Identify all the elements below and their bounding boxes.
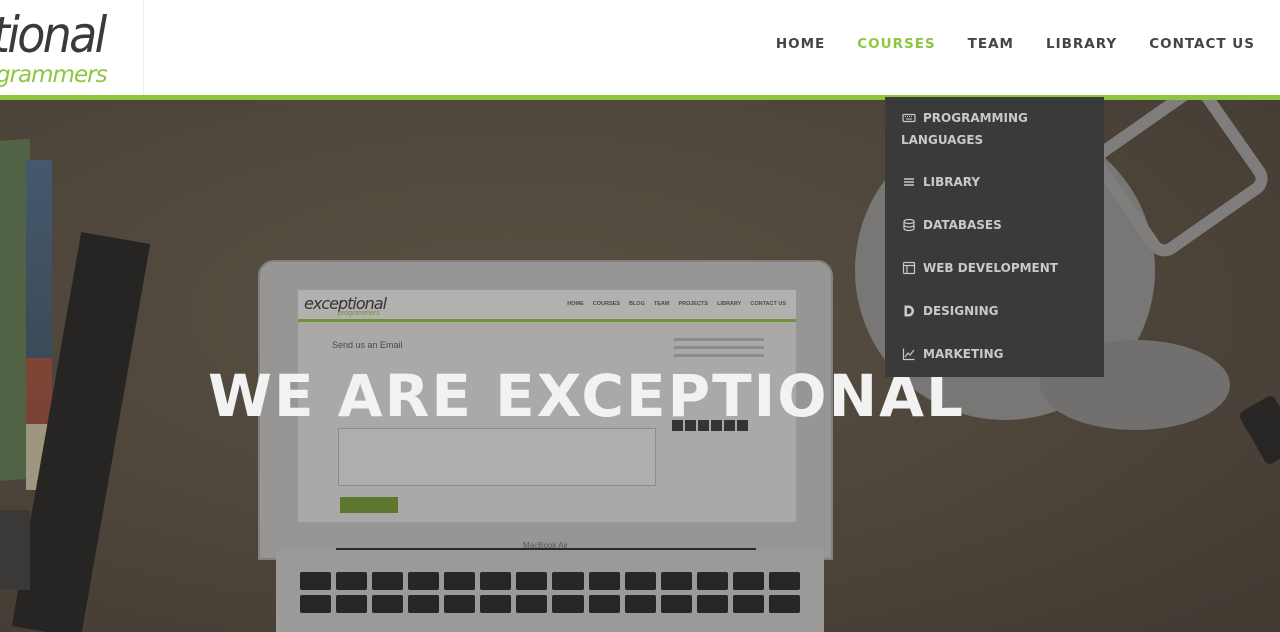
dropdown-item-label: MARKETING <box>923 347 1004 361</box>
database-icon <box>901 214 917 236</box>
logo-text-top: tional <box>0 6 107 64</box>
dropdown-item-label: DATABASES <box>923 218 1002 232</box>
nav-library[interactable]: LIBRARY <box>1046 36 1117 52</box>
courses-dropdown-menu: PROGRAMMING LANGUAGES LIBRARY DATABASES … <box>885 97 1104 377</box>
nav-team[interactable]: TEAM <box>968 36 1014 52</box>
d-letter-icon <box>901 300 917 322</box>
dropdown-item-programming-languages[interactable]: PROGRAMMING LANGUAGES <box>901 107 1090 151</box>
keyboard-icon <box>901 107 917 129</box>
dropdown-item-label: LIBRARY <box>923 175 981 189</box>
dropdown-item-databases[interactable]: DATABASES <box>901 214 1090 236</box>
main-nav: HOME COURSES TEAM LIBRARY CONTACT US <box>776 36 1255 52</box>
nav-home[interactable]: HOME <box>776 36 825 52</box>
layout-icon <box>901 257 917 279</box>
list-icon <box>901 171 917 193</box>
nav-contact-us[interactable]: CONTACT US <box>1149 36 1255 52</box>
dropdown-item-label: WEB DEVELOPMENT <box>923 261 1058 275</box>
chart-line-icon <box>901 343 917 365</box>
dropdown-item-label: DESIGNING <box>923 304 999 318</box>
logo-text-bottom: grammers <box>0 62 108 88</box>
dropdown-item-label: PROGRAMMING LANGUAGES <box>901 111 1028 147</box>
dropdown-item-library[interactable]: LIBRARY <box>901 171 1090 193</box>
dropdown-item-designing[interactable]: DESIGNING <box>901 300 1090 322</box>
dropdown-item-marketing[interactable]: MARKETING <box>901 343 1090 365</box>
site-header: tional grammers HOME COURSES TEAM LIBRAR… <box>0 0 1280 95</box>
hero-title: WE ARE EXCEPTIONAL <box>208 362 965 430</box>
nav-courses[interactable]: COURSES <box>857 36 935 52</box>
site-logo[interactable]: tional grammers <box>0 0 144 95</box>
dropdown-item-web-development[interactable]: WEB DEVELOPMENT <box>901 257 1090 279</box>
